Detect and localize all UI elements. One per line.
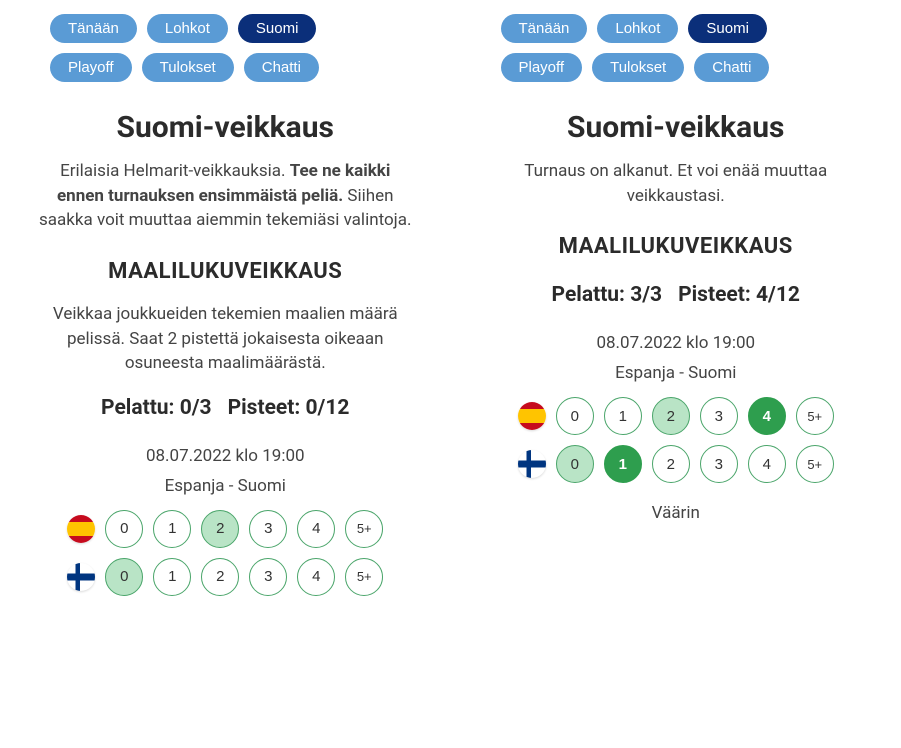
goal-result-fi-3: 3: [700, 445, 738, 483]
flag-finland-icon: [67, 563, 95, 591]
tab-playoff[interactable]: Playoff: [501, 53, 583, 82]
tab-chat[interactable]: Chatti: [244, 53, 319, 82]
goal-option-es-4[interactable]: 4: [297, 510, 335, 548]
goal-result-fi-0: 0: [556, 445, 594, 483]
points-label: Pisteet: 4/12: [678, 283, 800, 307]
goal-picker-row-espanja: 0 1 2 3 4 5+: [20, 510, 431, 548]
goal-result-es-2: 2: [652, 397, 690, 435]
goal-result-es-4: 4: [748, 397, 786, 435]
goal-option-es-5plus[interactable]: 5+: [345, 510, 383, 548]
tab-groups[interactable]: Lohkot: [597, 14, 678, 43]
goal-result-es-3: 3: [700, 397, 738, 435]
match-date: 08.07.2022 klo 19:00: [146, 446, 305, 466]
points-label: Pisteet: 0/12: [228, 396, 350, 420]
result-status: Väärin: [652, 503, 700, 523]
tab-results[interactable]: Tulokset: [592, 53, 684, 82]
score-summary: Pelattu: 3/3 Pisteet: 4/12: [552, 283, 800, 307]
section-heading: MAALILUKUVEIKKAUS: [559, 234, 793, 259]
goal-option-es-0[interactable]: 0: [105, 510, 143, 548]
tab-groups[interactable]: Lohkot: [147, 14, 228, 43]
match-teams: Espanja - Suomi: [165, 476, 286, 496]
tab-today[interactable]: Tänään: [501, 14, 588, 43]
goal-option-fi-4[interactable]: 4: [297, 558, 335, 596]
goal-result-fi-2: 2: [652, 445, 690, 483]
flag-finland-icon: [518, 450, 546, 478]
goal-result-row-suomi: 0 1 2 3 4 5+: [471, 445, 882, 483]
tab-results[interactable]: Tulokset: [142, 53, 234, 82]
goal-option-fi-5plus[interactable]: 5+: [345, 558, 383, 596]
intro-text: Erilaisia Helmarit-veikkauksia. Tee ne k…: [20, 159, 431, 233]
intro-text: Turnaus on alkanut. Et voi enää muuttaa …: [471, 159, 882, 208]
goal-result-row-espanja: 0 1 2 3 4 5+: [471, 397, 882, 435]
goal-result-fi-5plus: 5+: [796, 445, 834, 483]
goal-option-fi-1[interactable]: 1: [153, 558, 191, 596]
tab-chat[interactable]: Chatti: [694, 53, 769, 82]
played-label: Pelattu: 0/3: [101, 396, 212, 420]
tab-finland[interactable]: Suomi: [238, 14, 317, 43]
goal-result-fi-4: 4: [748, 445, 786, 483]
score-summary: Pelattu: 0/3 Pisteet: 0/12: [101, 396, 349, 420]
panel-left: Tänään Lohkot Suomi Playoff Tulokset Cha…: [20, 10, 431, 738]
section-heading: MAALILUKUVEIKKAUS: [108, 259, 342, 284]
tabs-right: Tänään Lohkot Suomi Playoff Tulokset Cha…: [471, 10, 882, 92]
flag-spain-icon: [518, 402, 546, 430]
section-body: Veikkaa joukkueiden tekemien maalien mää…: [20, 302, 431, 376]
goal-result-es-1: 1: [604, 397, 642, 435]
goal-option-fi-2[interactable]: 2: [201, 558, 239, 596]
goal-option-fi-3[interactable]: 3: [249, 558, 287, 596]
goal-result-es-0: 0: [556, 397, 594, 435]
match-teams: Espanja - Suomi: [615, 363, 736, 383]
page-title: Suomi-veikkaus: [117, 110, 334, 145]
tab-today[interactable]: Tänään: [50, 14, 137, 43]
intro-pre: Erilaisia Helmarit-veikkauksia.: [60, 161, 290, 181]
panel-right: Tänään Lohkot Suomi Playoff Tulokset Cha…: [471, 10, 882, 738]
goal-picker-row-suomi: 0 1 2 3 4 5+: [20, 558, 431, 596]
tabs-left: Tänään Lohkot Suomi Playoff Tulokset Cha…: [20, 10, 431, 92]
played-label: Pelattu: 3/3: [552, 283, 663, 307]
page-title: Suomi-veikkaus: [567, 110, 784, 145]
goal-option-fi-0[interactable]: 0: [105, 558, 143, 596]
goal-option-es-3[interactable]: 3: [249, 510, 287, 548]
goal-result-es-5plus: 5+: [796, 397, 834, 435]
goal-result-fi-1: 1: [604, 445, 642, 483]
tab-finland[interactable]: Suomi: [688, 14, 767, 43]
tab-playoff[interactable]: Playoff: [50, 53, 132, 82]
match-date: 08.07.2022 klo 19:00: [596, 333, 755, 353]
goal-option-es-2[interactable]: 2: [201, 510, 239, 548]
goal-option-es-1[interactable]: 1: [153, 510, 191, 548]
flag-spain-icon: [67, 515, 95, 543]
